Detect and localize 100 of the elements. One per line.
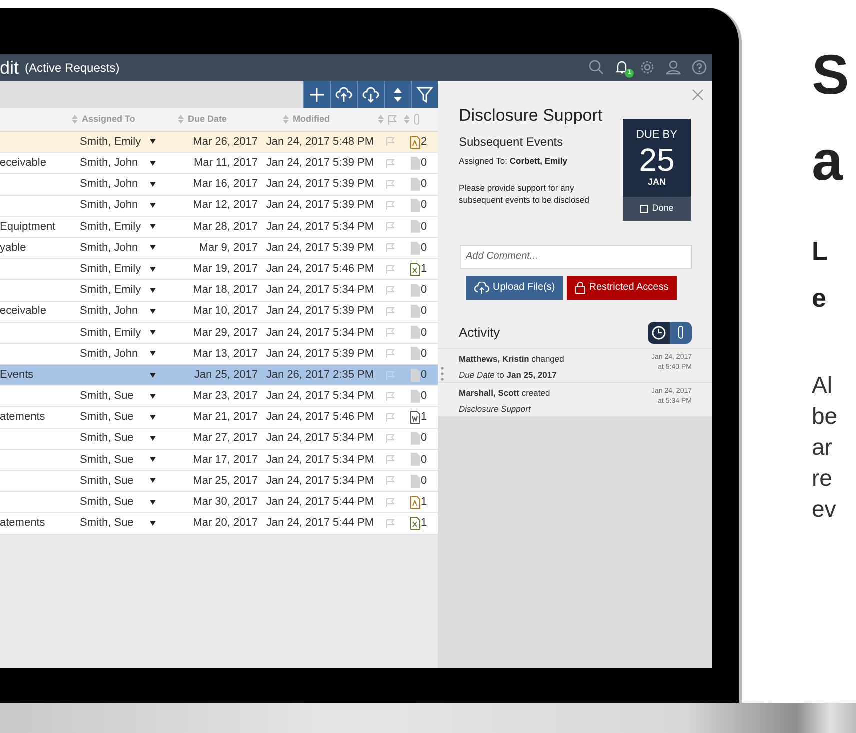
- upload-button[interactable]: Upload File(s): [466, 276, 564, 300]
- table-cell-text: atements: [0, 410, 46, 426]
- table-row[interactable]: Smith, Emily Mar 19, 2017 Jan 24, 2017 5:46 PM 1: [0, 259, 438, 280]
- table-row[interactable]: atements Smith, Sue Mar 21, 2017 Jan 24, 2017 5:46 PM 1: [0, 407, 438, 429]
- table-cell-text: Jan 25, 2017: [193, 368, 258, 383]
- caret-icon[interactable]: [150, 500, 156, 505]
- table-row[interactable]: Smith, Emily Mar 18, 2017 Jan 24, 2017 5:34 PM 0: [0, 280, 438, 302]
- table-cell-text: Jan 24, 2017 5:34 PM: [265, 283, 375, 298]
- file-icon: [410, 156, 421, 170]
- table-row[interactable]: Smith, Sue Mar 23, 2017 Jan 24, 2017 5:34 PM 0: [0, 386, 438, 408]
- help-icon[interactable]: [692, 60, 707, 75]
- caret-icon[interactable]: [150, 203, 156, 208]
- user-icon[interactable]: [666, 60, 681, 75]
- cloud-upload-button[interactable]: [330, 81, 357, 108]
- file-icon: [410, 347, 421, 360]
- caret-icon[interactable]: [150, 308, 156, 314]
- history-tab[interactable]: [648, 322, 670, 344]
- bell-icon[interactable]: [615, 60, 629, 75]
- table-row[interactable]: Events Jan 25, 2017 Jan 26, 2017 2:35 PM 0: [0, 365, 438, 386]
- caret-icon[interactable]: [150, 266, 156, 272]
- drag-handle-icon[interactable]: [441, 367, 444, 381]
- caret-icon[interactable]: [150, 224, 156, 230]
- caret-icon[interactable]: [150, 414, 156, 420]
- caret-icon[interactable]: [150, 139, 156, 144]
- table-cell-text: Jan 24, 2017 5:34 PM: [265, 389, 375, 404]
- table-row[interactable]: yable Smith, John Mar 9, 2017 Jan 24, 2017 5:39 PM 0: [0, 238, 438, 260]
- settings-icon[interactable]: [640, 60, 655, 75]
- sort-icon: [72, 115, 78, 124]
- checkbox-icon: [640, 204, 648, 213]
- table-row[interactable]: Smith, Sue Mar 27, 2017 Jan 24, 2017 5:34 PM 0: [0, 428, 438, 450]
- sort-icon: [378, 115, 384, 124]
- body-text: Al: [812, 371, 834, 400]
- table-row[interactable]: Smith, Sue Mar 25, 2017 Jan 24, 2017 5:34 PM 0: [0, 471, 438, 492]
- filter-button[interactable]: [411, 81, 438, 108]
- file-icon: [410, 284, 421, 297]
- add-button[interactable]: [303, 81, 330, 108]
- table-cell-text: Mar 9, 2017: [198, 240, 258, 256]
- caret-icon[interactable]: [150, 478, 156, 484]
- file-icon: [410, 178, 421, 191]
- caret-icon[interactable]: [150, 394, 156, 399]
- table-row[interactable]: Smith, Sue Mar 30, 2017 Jan 24, 2017 5:44 PM 1: [0, 492, 438, 514]
- file-count: 0: [421, 452, 428, 468]
- file-count: 0: [421, 220, 428, 235]
- caret-icon[interactable]: [150, 330, 156, 336]
- caret-icon[interactable]: [150, 436, 156, 442]
- cloud-upload-icon: [474, 282, 490, 294]
- table-row[interactable]: Smith, Emily Mar 26, 2017 Jan 24, 2017 5:48 PM 2: [0, 132, 438, 154]
- table-cell-text: atements: [0, 516, 46, 532]
- paperclip-icon: [414, 114, 420, 125]
- file-count: 1: [421, 262, 428, 277]
- activity-detail: Due Date to Jan 25, 2017: [459, 369, 558, 382]
- activity-detail: Disclosure Support: [459, 403, 532, 416]
- table-row[interactable]: eceivable Smith, John Mar 10, 2017 Jan 24, 2017 5:39 PM 0: [0, 302, 438, 323]
- file-icon: [410, 390, 421, 403]
- caret-icon[interactable]: [150, 351, 156, 356]
- caret-icon[interactable]: [150, 182, 156, 187]
- section-title: Activity: [459, 324, 502, 342]
- table-cell-text: Jan 24, 2017 5:46 PM: [265, 410, 375, 426]
- cloud-upload-icon: [335, 86, 353, 104]
- file-icon: [410, 305, 421, 318]
- caret-icon[interactable]: [150, 160, 156, 166]
- table-cell-text: Mar 10, 2017: [192, 304, 258, 320]
- table-row[interactable]: Equiptment Smith, Emily Mar 28, 2017 Jan 24, 2017 5:34 PM 0: [0, 216, 438, 238]
- file-count: 0: [421, 304, 428, 320]
- table-cell-text: eceivable: [0, 304, 48, 320]
- attachments-tab[interactable]: [670, 322, 692, 344]
- table-row[interactable]: eceivable Smith, John Mar 11, 2017 Jan 24, 2017 5:39 PM 0: [0, 153, 438, 174]
- done-checkbox[interactable]: Done: [623, 197, 691, 220]
- search-icon[interactable]: [589, 60, 604, 75]
- table-cell-text: Mar 11, 2017: [192, 156, 258, 172]
- activity-summary: Matthews, Kristin changed: [459, 352, 566, 366]
- caret-icon[interactable]: [150, 520, 156, 526]
- file-icon: [410, 474, 421, 488]
- file-icon: [410, 199, 421, 212]
- task-name: Subsequent Events: [459, 134, 564, 150]
- table-cell-text: Jan 24, 2017 5:39 PM: [265, 346, 375, 362]
- table-row[interactable]: atements Smith, Sue Mar 20, 2017 Jan 24, 2017 5:44 PM 1: [0, 513, 438, 535]
- table-cell-text: Jan 24, 2017 5:44 PM: [265, 495, 375, 510]
- restricted-access-button[interactable]: Restricted Access: [567, 276, 677, 300]
- caret-icon[interactable]: [150, 372, 156, 378]
- caret-icon[interactable]: [150, 288, 156, 293]
- file-count: 1: [421, 516, 428, 532]
- table-cell-text: Mar 27, 2017: [192, 431, 258, 446]
- caret-icon[interactable]: [150, 457, 156, 462]
- cloud-download-button[interactable]: [357, 81, 384, 108]
- file-count: 1: [421, 410, 428, 426]
- sort-button[interactable]: [384, 81, 411, 108]
- file-count: 0: [421, 326, 428, 341]
- table-row[interactable]: Smith, John Mar 12, 2017 Jan 24, 2017 5:39 PM 0: [0, 196, 438, 217]
- caret-icon[interactable]: [150, 245, 156, 250]
- table-row[interactable]: Smith, Emily Mar 29, 2017 Jan 24, 2017 5:34 PM 0: [0, 322, 438, 344]
- file-count: 0: [421, 474, 428, 489]
- file-count: 0: [421, 346, 428, 362]
- paperclip-icon: [678, 326, 684, 339]
- table-cell-text: Jan 24, 2017 5:34 PM: [265, 326, 375, 341]
- table-row[interactable]: Smith, John Mar 16, 2017 Jan 24, 2017 5:39 PM 0: [0, 174, 438, 196]
- table-row[interactable]: Smith, John Mar 13, 2017 Jan 24, 2017 5:39 PM 0: [0, 344, 438, 366]
- table-cell-text: Jan 24, 2017 5:34 PM: [265, 220, 375, 235]
- file-icon: [410, 242, 421, 255]
- table-row[interactable]: Smith, Sue Mar 17, 2017 Jan 24, 2017 5:34 PM 0: [0, 450, 438, 471]
